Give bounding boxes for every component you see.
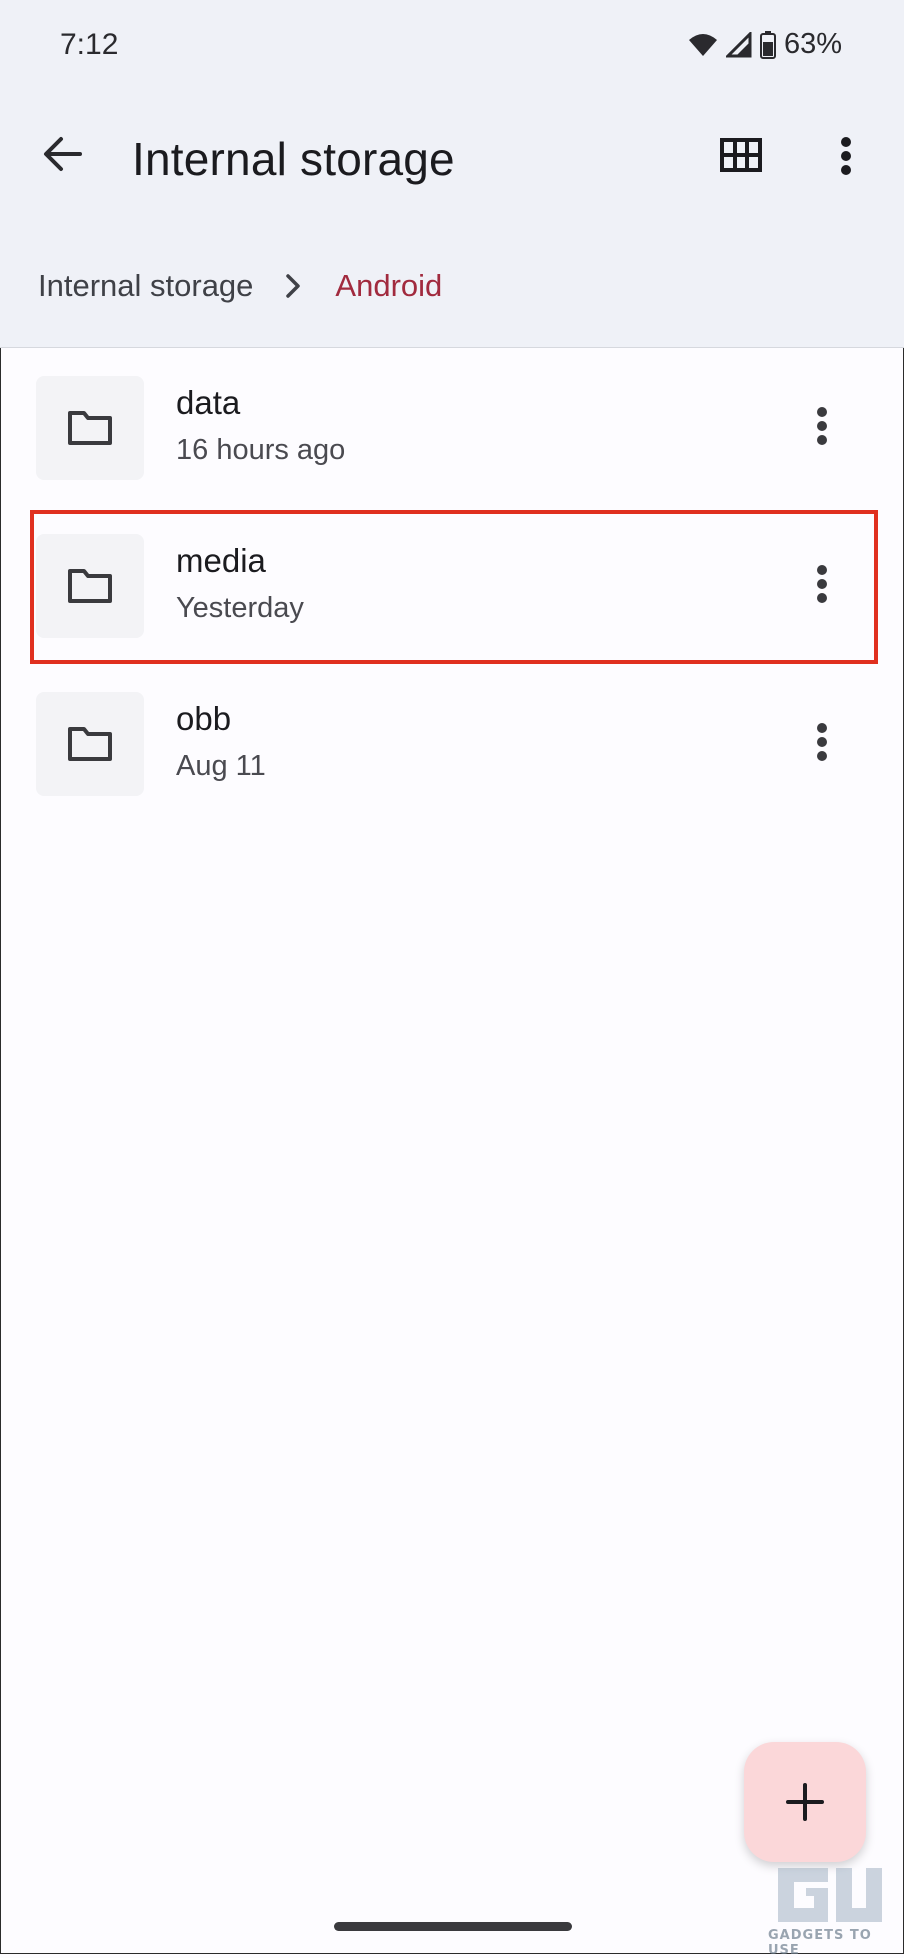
folder-icon — [68, 569, 112, 603]
folder-icon — [68, 411, 112, 445]
back-button[interactable] — [36, 128, 88, 180]
more-vert-icon — [817, 565, 827, 603]
folder-more-button[interactable] — [804, 722, 840, 770]
status-icons: 63% — [688, 28, 842, 61]
grid-view-button[interactable] — [720, 138, 766, 184]
folder-row-data[interactable]: data 16 hours ago — [0, 348, 904, 480]
folder-name: data — [176, 384, 241, 421]
signal-icon — [725, 31, 752, 58]
arrow-back-icon — [44, 137, 82, 171]
page-title: Internal storage — [132, 133, 455, 185]
chevron-right-icon — [285, 273, 301, 299]
battery-icon — [759, 30, 776, 59]
folder-modified: Yesterday — [176, 592, 304, 624]
breadcrumb: Internal storage Android — [38, 268, 442, 304]
folder-name: media — [176, 542, 266, 579]
folder-thumb — [36, 534, 144, 638]
folder-row-obb[interactable]: obb Aug 11 — [0, 664, 904, 796]
folder-modified: Aug 11 — [176, 750, 266, 782]
home-gesture-handle[interactable] — [334, 1922, 572, 1931]
battery-percent: 63% — [783, 28, 842, 60]
top-app-area: 7:12 63% Internal storage Internal stora… — [0, 0, 904, 348]
folder-more-button[interactable] — [804, 564, 840, 612]
more-vert-icon — [841, 137, 851, 175]
folder-thumb — [36, 692, 144, 796]
plus-icon — [786, 1783, 824, 1821]
overflow-menu-button[interactable] — [826, 136, 866, 186]
breadcrumb-current[interactable]: Android — [335, 268, 442, 304]
more-vert-icon — [817, 723, 827, 761]
status-time: 7:12 — [60, 28, 119, 61]
folder-row-media[interactable]: media Yesterday — [0, 506, 904, 638]
folder-more-button[interactable] — [804, 406, 840, 454]
folder-thumb — [36, 376, 144, 480]
grid-view-icon — [720, 138, 762, 172]
folder-modified: 16 hours ago — [176, 434, 346, 466]
more-vert-icon — [817, 407, 827, 445]
folder-icon — [68, 727, 112, 761]
wifi-icon — [688, 32, 718, 58]
breadcrumb-root[interactable]: Internal storage — [38, 268, 253, 304]
folder-name: obb — [176, 700, 232, 737]
add-fab-button[interactable] — [744, 1742, 866, 1862]
